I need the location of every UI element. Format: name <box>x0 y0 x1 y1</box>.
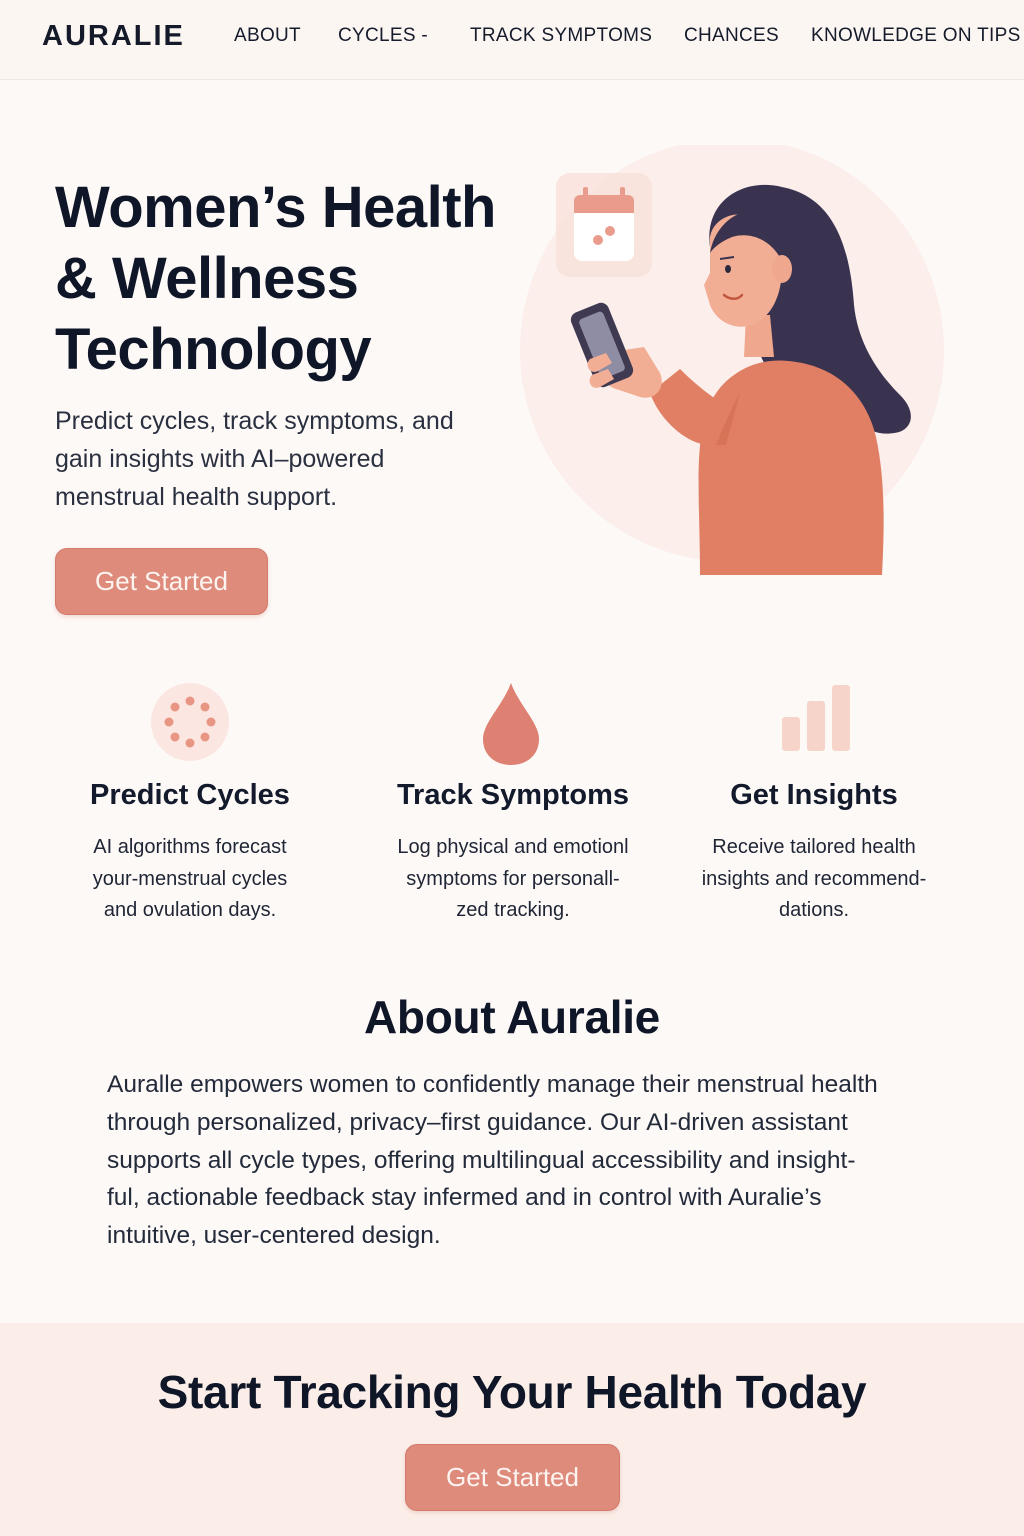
woman-with-phone-illustration <box>520 145 944 575</box>
feature-description-line: insights and recommend- <box>701 867 927 890</box>
bar-chart-icon <box>664 675 964 765</box>
top-nav: AURALIE ABOUT CYCLES - TRACK SYMPTOMS CH… <box>0 0 1024 80</box>
feature-predict-cycles: Predict Cycles AI algorithms forecast yo… <box>40 675 340 927</box>
feature-description-line: Log physical and emotionl <box>397 836 629 858</box>
hero-title-line: Technology <box>55 317 372 382</box>
hero-subtitle: Predict cycles, track symptoms, and gain… <box>55 402 495 516</box>
feature-description-line: zed tracking. <box>456 899 570 921</box>
feature-description: Receive tailored health insights and rec… <box>664 832 964 927</box>
about-text-line: through personalized, privacy–first guid… <box>107 1108 848 1136</box>
feature-description-line: dations. <box>778 899 850 921</box>
feature-get-insights: Get Insights Receive tailored health ins… <box>664 675 964 927</box>
cycle-dots-icon <box>40 675 340 765</box>
calendar-icon <box>556 173 652 277</box>
nav-item-about[interactable]: ABOUT <box>234 25 301 47</box>
about-text-line: intuitive, user-centered design. <box>107 1222 441 1250</box>
feature-title: Track Symptoms <box>396 779 630 811</box>
feature-track-symptoms: Track Symptoms Log physical and emotionl… <box>363 675 663 927</box>
hero-title-line: & Wellness <box>55 246 359 311</box>
hero-title-line: Women’s Health <box>55 175 496 240</box>
about-text: Auralle empowers women to confidently ma… <box>107 1066 947 1255</box>
feature-description-line: symptoms for personall- <box>406 867 620 890</box>
about-title: About Auralie <box>364 991 660 1043</box>
feature-title: Get Insights <box>730 779 898 811</box>
feature-description-line: Receive tailored health <box>712 836 916 858</box>
feature-description-line: and ovulation days. <box>103 899 277 921</box>
feature-description: Log physical and emotionl symptoms for p… <box>363 832 663 927</box>
hero-subtitle-line: menstrual health support. <box>55 483 338 511</box>
nav-item-track-symptoms[interactable]: TRACK SYMPTOMS <box>470 25 652 47</box>
about-text-line: supports all cycle types, offering multi… <box>107 1146 856 1174</box>
get-started-button[interactable]: Get Started <box>55 548 268 615</box>
feature-description-line: AI algorithms forecast <box>93 836 287 858</box>
logo[interactable]: AURALIE <box>42 20 185 53</box>
cta-get-started-button[interactable]: Get Started <box>405 1444 620 1511</box>
nav-item-knowledge-on-tips[interactable]: KNOWLEDGE ON TIPS <box>811 25 1021 47</box>
hero-subtitle-line: gain insights with AI–powered <box>55 445 385 473</box>
nav-item-chances[interactable]: CHANCES <box>684 25 779 47</box>
cta-title: Start Tracking Your Health Today <box>157 1366 867 1418</box>
feature-description-line: your-menstrual cycles <box>92 867 288 890</box>
feature-description: AI algorithms forecast your-menstrual cy… <box>40 832 340 927</box>
hero-title: Women’s Health & Wellness Technology <box>55 172 525 385</box>
hero-subtitle-line: Predict cycles, track symptoms, and <box>55 407 454 435</box>
drop-icon <box>363 675 663 765</box>
page: AURALIE ABOUT CYCLES - TRACK SYMPTOMS CH… <box>0 0 1024 1536</box>
about-text-line: ful, actionable feedback stay infermed a… <box>107 1184 822 1212</box>
feature-title: Predict Cycles <box>90 779 290 811</box>
about-text-line: Auralle empowers women to confidently ma… <box>107 1071 878 1098</box>
nav-item-cycles[interactable]: CYCLES - <box>338 25 428 47</box>
